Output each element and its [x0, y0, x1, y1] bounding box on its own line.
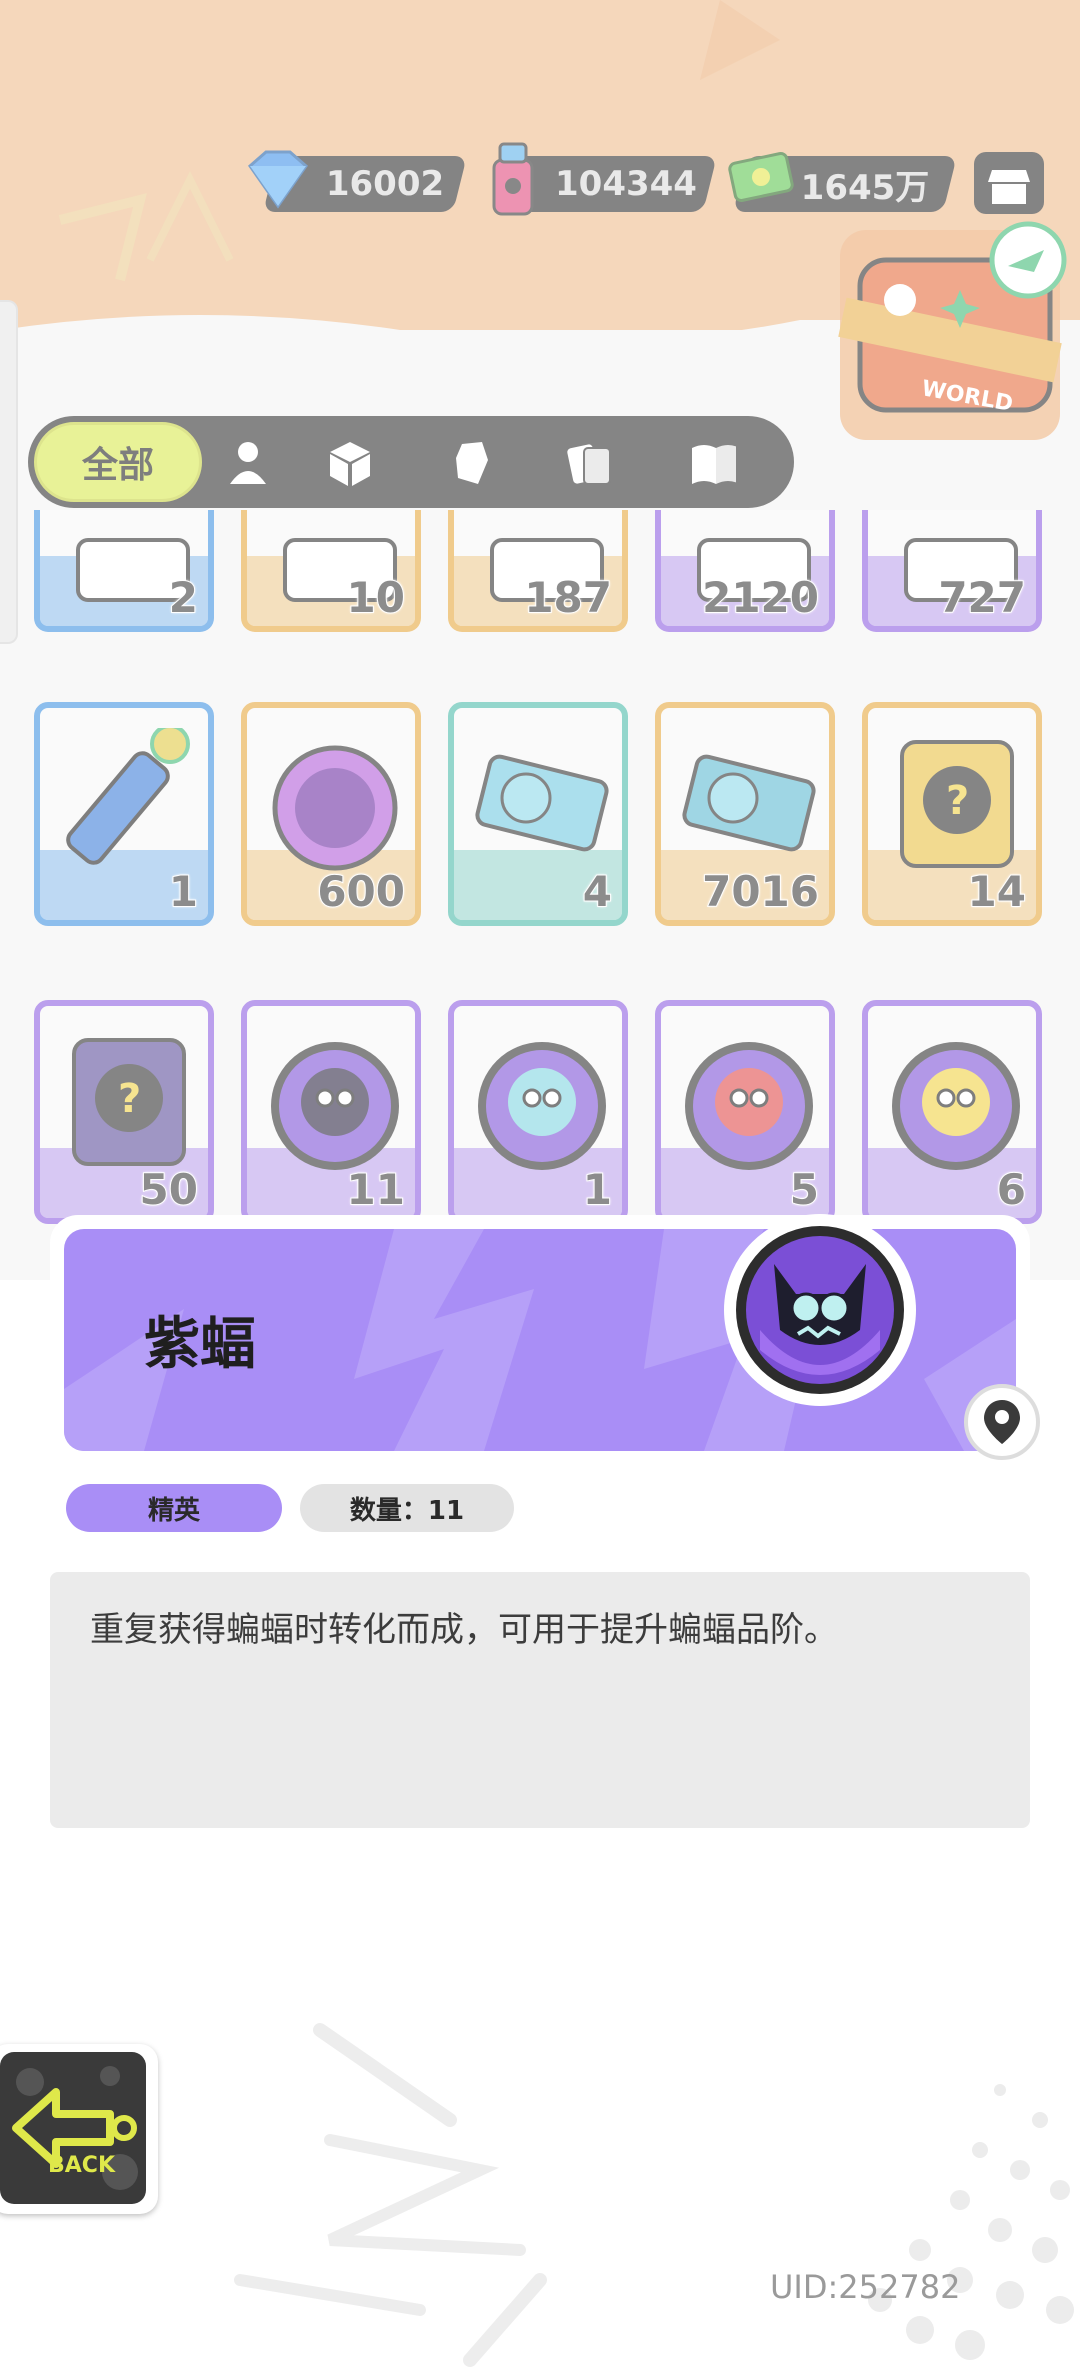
rarity-tag: 精英	[66, 1484, 282, 1532]
modal-dim-overlay[interactable]	[0, 0, 1080, 1280]
description-text: 重复获得蝙蝠时转化而成，可用于提升蝙蝠品阶。	[90, 1610, 838, 1650]
item-description: 重复获得蝙蝠时转化而成，可用于提升蝙蝠品阶。	[50, 1572, 1030, 1828]
back-label: BACK	[48, 2153, 116, 2178]
purple-bat-badge-icon	[724, 1214, 916, 1406]
back-button[interactable]: BACK	[0, 2044, 158, 2214]
locate-button[interactable]	[964, 1384, 1040, 1460]
item-title: 紫蝠	[144, 1312, 256, 1377]
quantity-tag: 数量：11	[300, 1484, 514, 1532]
back-arrow-icon: BACK	[12, 2066, 138, 2190]
back-button-face: BACK	[0, 2052, 146, 2204]
location-pin-icon	[984, 1400, 1020, 1444]
bottom-decoration	[234, 2023, 1074, 2367]
user-id: UID:252782	[770, 2268, 961, 2306]
